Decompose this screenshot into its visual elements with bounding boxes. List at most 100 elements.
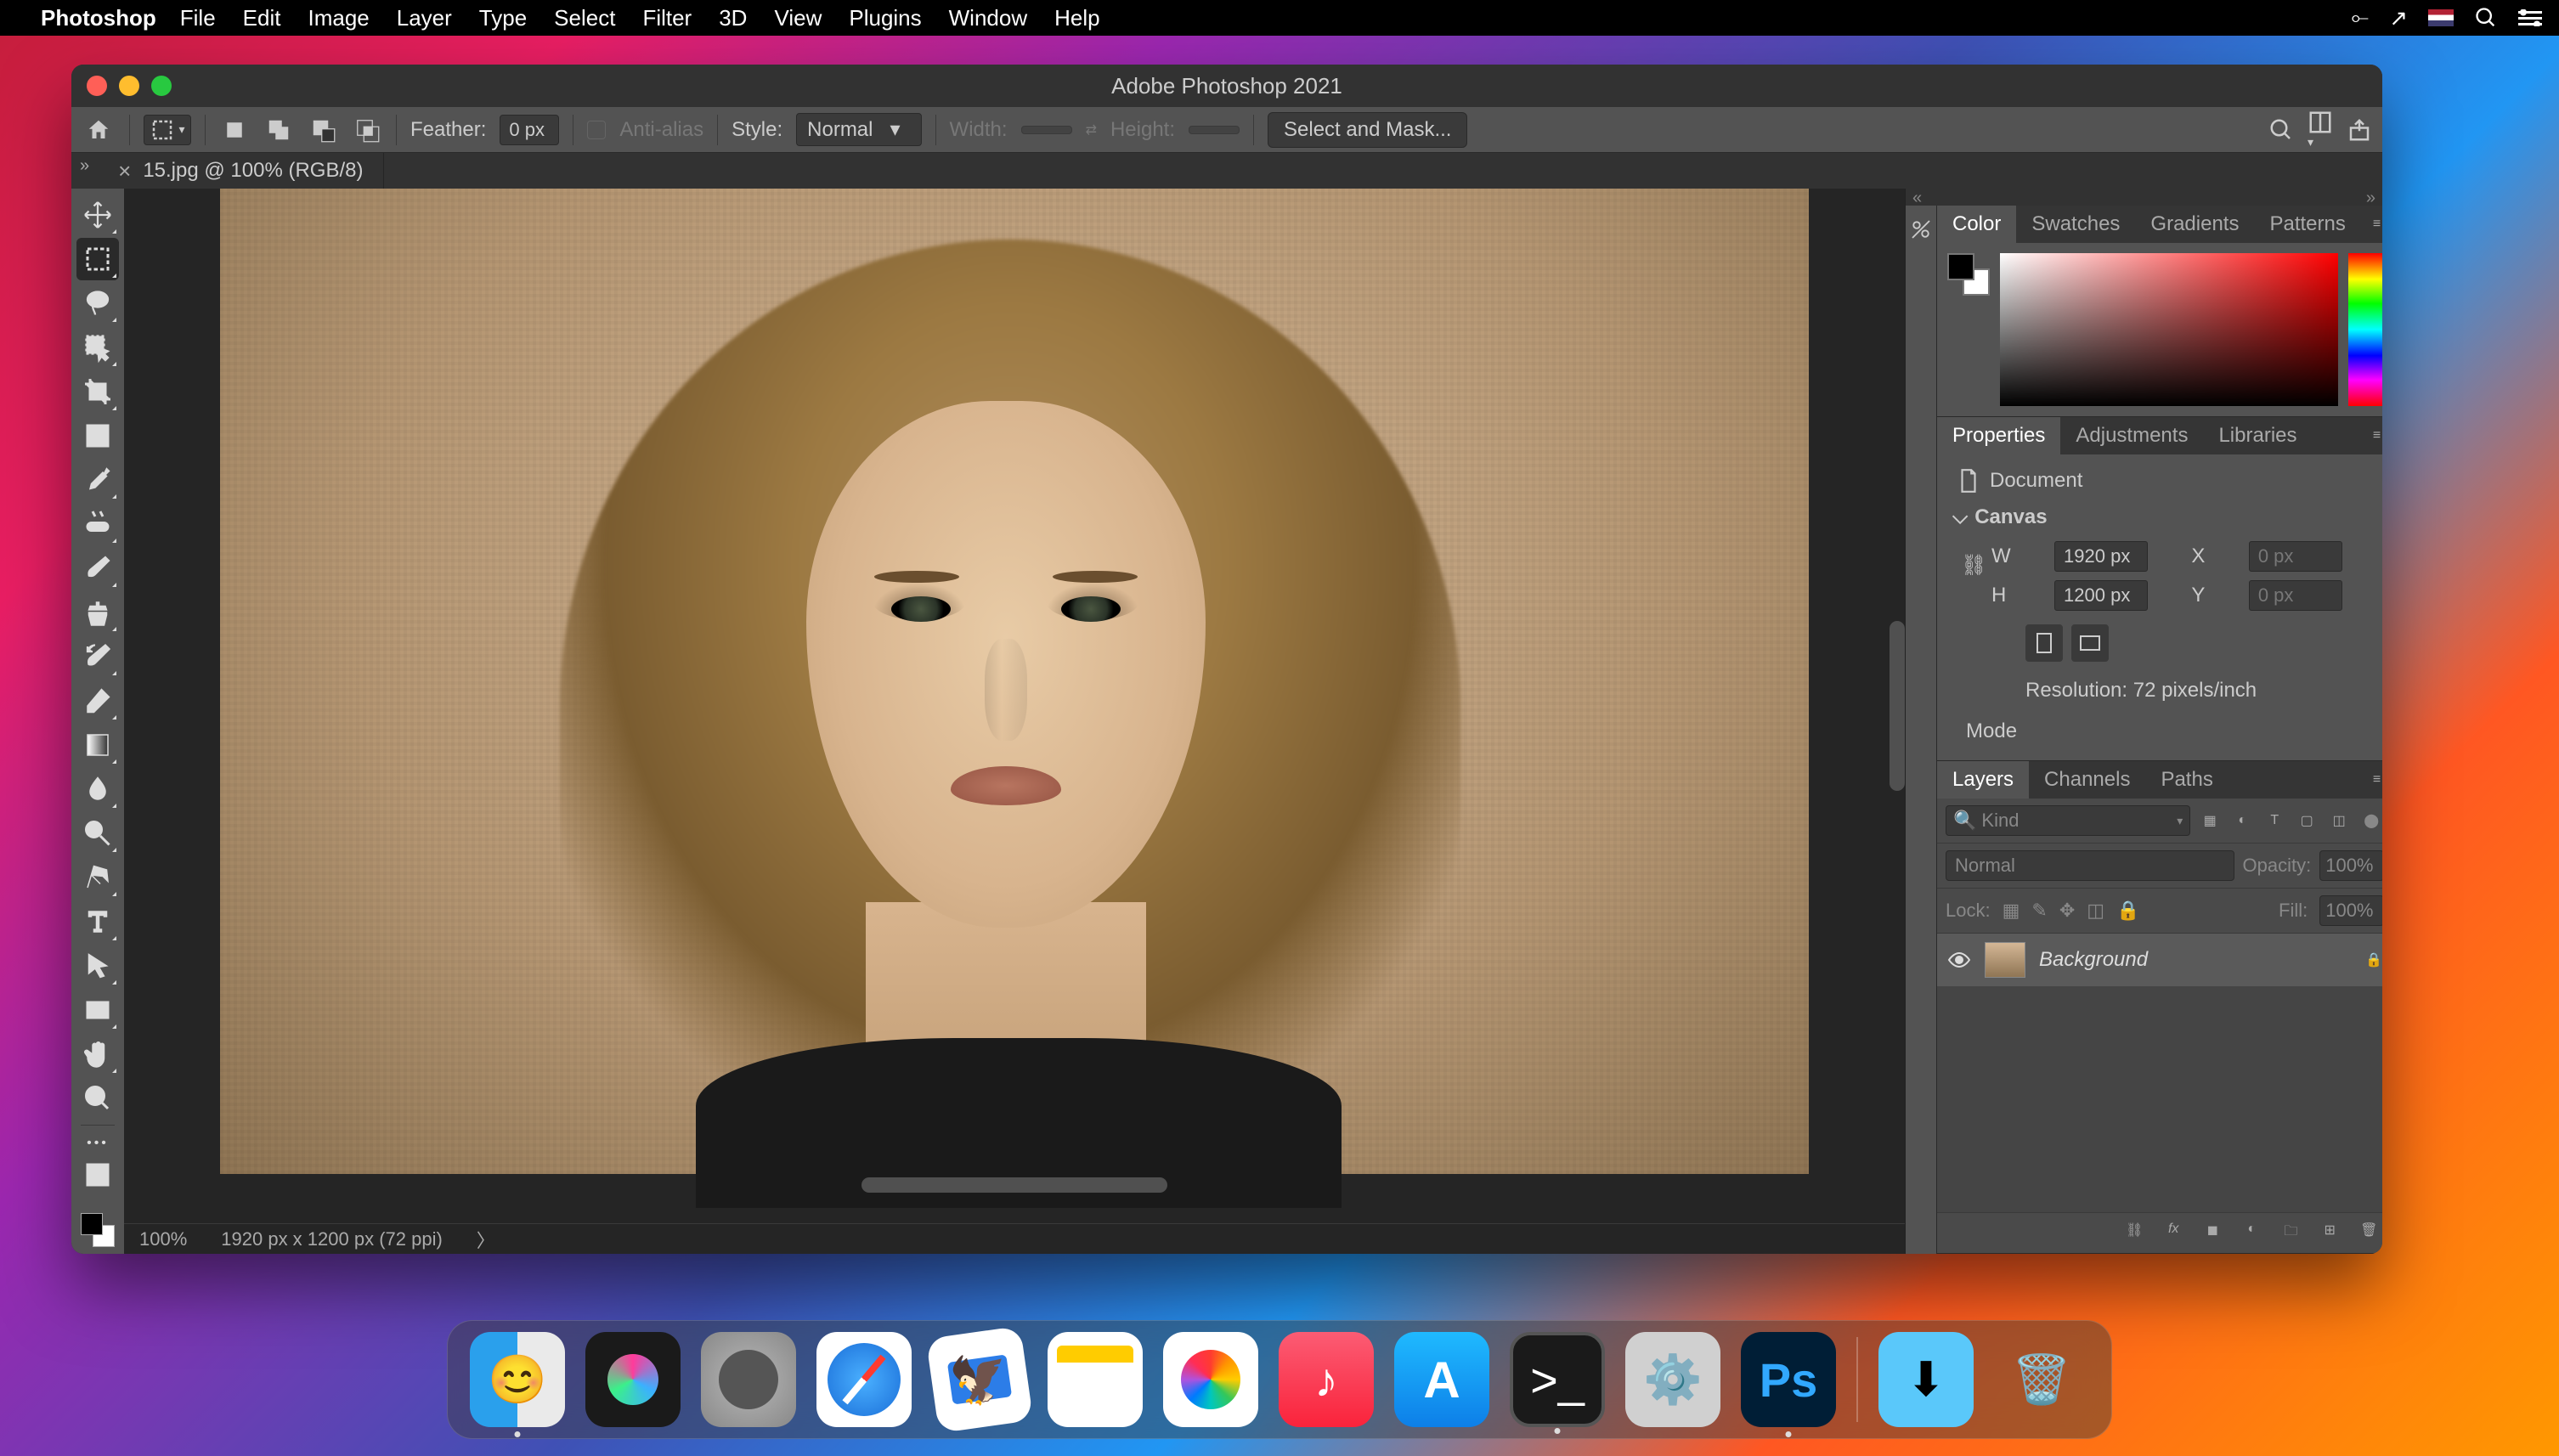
blur-tool[interactable]: [76, 768, 119, 810]
docked-panel-icon[interactable]: [1906, 214, 1936, 245]
menubar-app-name[interactable]: Photoshop: [41, 5, 156, 31]
dock-launchpad[interactable]: [701, 1332, 796, 1427]
link-layers-icon[interactable]: ⛓: [2122, 1222, 2146, 1244]
menu-filter[interactable]: Filter: [642, 5, 692, 31]
filter-smart-icon[interactable]: ◫: [2326, 808, 2352, 833]
tab-channels[interactable]: Channels: [2029, 761, 2145, 799]
minimize-window-button[interactable]: [119, 76, 139, 96]
layer-group-icon[interactable]: 🗀: [2279, 1222, 2302, 1244]
tab-color[interactable]: Color: [1937, 206, 2016, 243]
new-selection-button[interactable]: [219, 115, 250, 145]
canvas-viewport[interactable]: [124, 189, 1905, 1223]
new-layer-icon[interactable]: ⊞: [2318, 1222, 2342, 1244]
dock-terminal[interactable]: >_: [1510, 1332, 1605, 1427]
subtract-from-selection-button[interactable]: [308, 115, 338, 145]
panel-menu-icon[interactable]: ≡: [2361, 206, 2382, 243]
menu-3d[interactable]: 3D: [719, 5, 747, 31]
foreground-swatch[interactable]: [1947, 253, 1974, 280]
dock-photos[interactable]: [1163, 1332, 1258, 1427]
filter-pixel-icon[interactable]: ▦: [2197, 808, 2223, 833]
hue-slider[interactable]: [2348, 253, 2382, 406]
menu-image[interactable]: Image: [308, 5, 369, 31]
layer-mask-icon[interactable]: ◼: [2200, 1222, 2224, 1244]
edit-toolbar-button[interactable]: •••: [76, 1131, 119, 1156]
status-flyout-icon[interactable]: 〉: [477, 1226, 495, 1253]
filter-toggle-icon[interactable]: ⬤: [2358, 808, 2382, 833]
color-fg-bg-swatches[interactable]: [1947, 253, 1990, 296]
marquee-tool[interactable]: [76, 238, 119, 280]
lock-transparency-icon[interactable]: ▦: [2003, 900, 2020, 922]
canvas-section-header[interactable]: ⌵ Canvas: [1949, 499, 2381, 536]
frame-tool[interactable]: [76, 415, 119, 457]
dock-finder[interactable]: 😊: [470, 1332, 565, 1427]
zoom-level[interactable]: 100%: [139, 1228, 187, 1250]
rectangle-tool[interactable]: [76, 989, 119, 1031]
tab-properties[interactable]: Properties: [1937, 417, 2060, 454]
brush-tool[interactable]: [76, 547, 119, 590]
tab-paths[interactable]: Paths: [2145, 761, 2228, 799]
lock-position-icon[interactable]: ✥: [2059, 900, 2075, 922]
path-selection-tool[interactable]: [76, 945, 119, 987]
menu-window[interactable]: Window: [949, 5, 1027, 31]
zoom-tool[interactable]: [76, 1077, 119, 1120]
vertical-scrollbar[interactable]: [1890, 621, 1905, 791]
crop-tool[interactable]: [76, 370, 119, 413]
foreground-color-swatch[interactable]: [81, 1213, 103, 1235]
canvas-height-input[interactable]: 1200 px: [2054, 580, 2148, 611]
dock-downloads[interactable]: ⬇: [1878, 1332, 1974, 1427]
horizontal-scrollbar[interactable]: [861, 1177, 1167, 1193]
select-and-mask-button[interactable]: Select and Mask...: [1268, 112, 1467, 148]
layer-visibility-icon[interactable]: [1947, 951, 1971, 968]
quick-selection-tool[interactable]: [76, 326, 119, 369]
lasso-tool[interactable]: [76, 282, 119, 324]
menu-plugins[interactable]: Plugins: [849, 5, 921, 31]
layer-fx-icon[interactable]: fx: [2161, 1222, 2185, 1244]
menu-file[interactable]: File: [180, 5, 216, 31]
fill-input[interactable]: 100%: [2319, 895, 2382, 926]
search-icon[interactable]: [2268, 117, 2294, 143]
feather-input[interactable]: 0 px: [500, 115, 559, 145]
menu-type[interactable]: Type: [479, 5, 527, 31]
canvas-width-input[interactable]: 1920 px: [2054, 541, 2148, 572]
share-button[interactable]: [2347, 117, 2372, 143]
home-button[interactable]: [82, 113, 116, 147]
tab-layers[interactable]: Layers: [1937, 761, 2029, 799]
menu-select[interactable]: Select: [554, 5, 615, 31]
adjustment-layer-icon[interactable]: ◐: [2240, 1222, 2263, 1244]
collapse-panels-left-icon[interactable]: «: [1912, 189, 1922, 206]
close-window-button[interactable]: [87, 76, 107, 96]
menubar-arrow-icon[interactable]: ↗: [2389, 5, 2408, 31]
arrange-documents-button[interactable]: ▾: [2308, 110, 2333, 150]
foreground-background-colors[interactable]: [81, 1213, 115, 1247]
clone-stamp-tool[interactable]: [76, 591, 119, 634]
hand-tool[interactable]: [76, 1033, 119, 1075]
menu-edit[interactable]: Edit: [243, 5, 281, 31]
lock-all-icon[interactable]: 🔒: [2116, 900, 2139, 922]
move-tool[interactable]: [76, 194, 119, 236]
dock-system-preferences[interactable]: ⚙️: [1625, 1332, 1720, 1427]
tool-preset-picker[interactable]: ▾: [144, 115, 191, 145]
layer-thumbnail[interactable]: [1985, 942, 2025, 978]
control-center-icon[interactable]: [2518, 9, 2542, 26]
document-tab[interactable]: × 15.jpg @ 100% (RGB/8): [98, 153, 384, 189]
document-canvas[interactable]: [220, 189, 1809, 1174]
blend-mode-dropdown[interactable]: Normal: [1946, 850, 2234, 881]
dock-siri[interactable]: [585, 1332, 681, 1427]
collapse-panels-right-icon[interactable]: »: [2366, 189, 2375, 206]
color-field[interactable]: [2000, 253, 2338, 406]
dock-safari[interactable]: [816, 1332, 912, 1427]
gradient-tool[interactable]: [76, 724, 119, 766]
tab-patterns[interactable]: Patterns: [2254, 206, 2360, 243]
style-dropdown[interactable]: Normal ▾: [796, 113, 921, 146]
menubar-cc-icon[interactable]: ⟜: [2351, 4, 2369, 31]
layer-item-background[interactable]: Background 🔒: [1937, 934, 2382, 986]
delete-layer-icon[interactable]: 🗑: [2357, 1222, 2381, 1244]
opacity-input[interactable]: 100%: [2319, 850, 2382, 881]
portrait-orientation-button[interactable]: [2025, 624, 2063, 662]
menu-layer[interactable]: Layer: [397, 5, 452, 31]
history-brush-tool[interactable]: [76, 635, 119, 678]
layer-name[interactable]: Background: [2039, 948, 2148, 972]
filter-type-icon[interactable]: T: [2262, 808, 2287, 833]
panel-menu-icon[interactable]: ≡: [2361, 761, 2382, 799]
collapse-toolbar-icon[interactable]: »: [71, 153, 98, 189]
